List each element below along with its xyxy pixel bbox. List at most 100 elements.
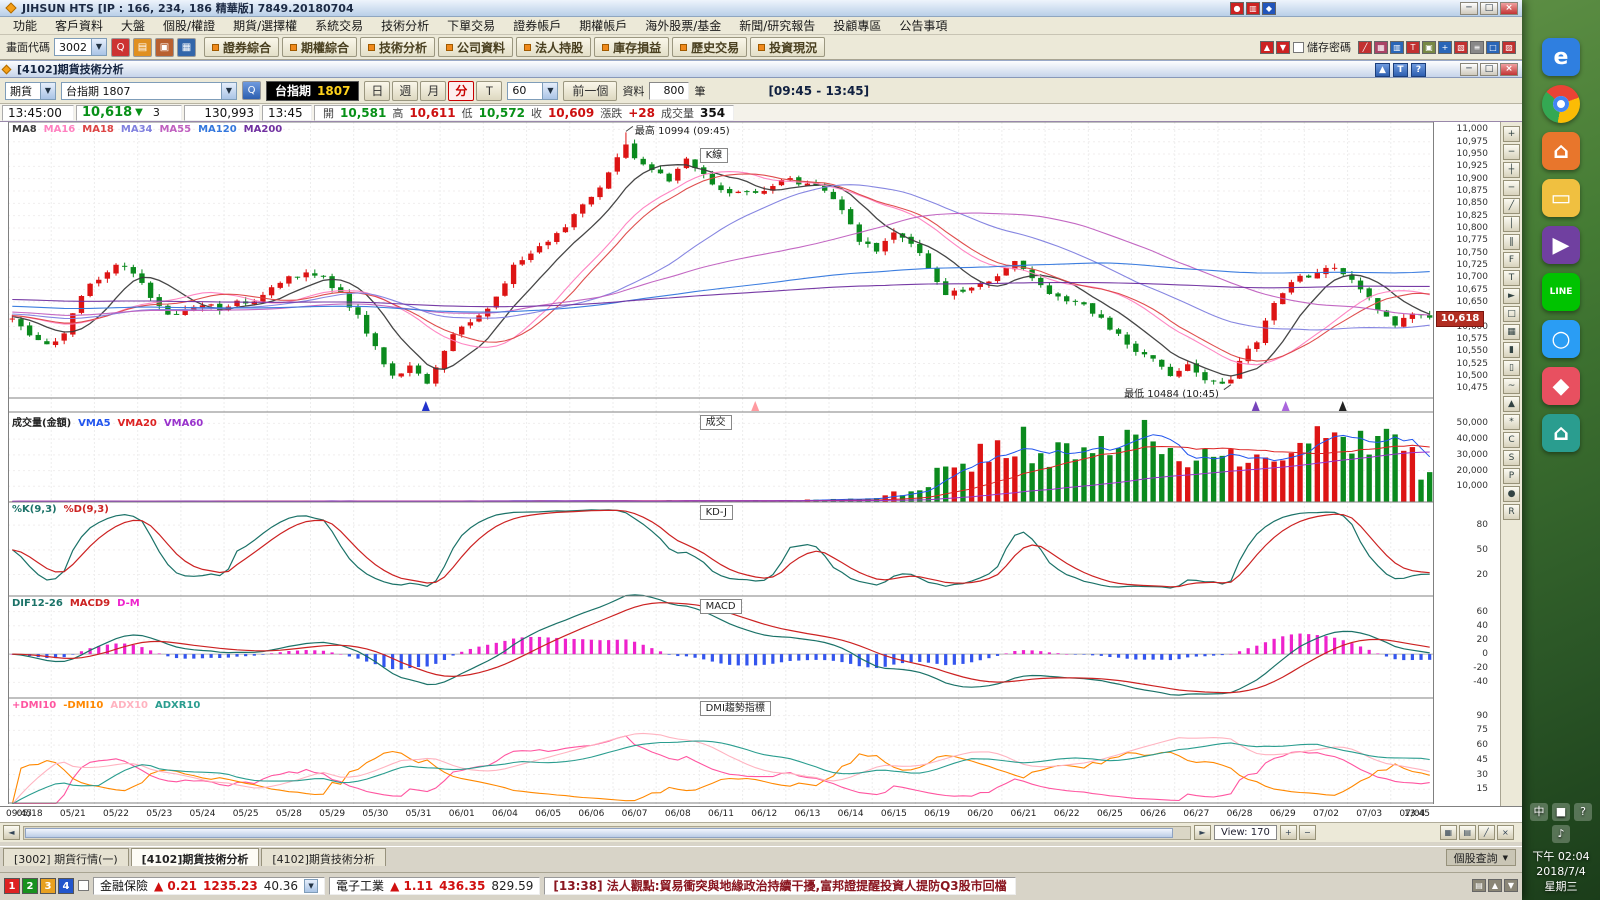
chart-restore-button[interactable]: □ (1480, 63, 1498, 76)
tray-app-icon[interactable]: ■ (1552, 803, 1570, 821)
line-style-icon[interactable]: ~ (1503, 378, 1520, 394)
chart-minimize-button[interactable]: ─ (1460, 63, 1478, 76)
text-annotation-icon[interactable]: T (1503, 270, 1520, 286)
news-ticker[interactable]: [13:38] 法人觀點:貿易衝突與地緣政治持續干擾,富邦證提醒投資人提防Q3股… (544, 876, 1016, 895)
index-quote-1[interactable]: 電子工業 ▲ 1.11 436.35 829.59 (329, 876, 541, 895)
bar-style-icon[interactable]: ▯ (1503, 360, 1520, 376)
photos-icon[interactable]: ◆ (1542, 367, 1580, 405)
measure-icon[interactable]: R (1503, 504, 1520, 520)
chevron-down-icon[interactable]: ▼ (1503, 854, 1508, 862)
menu-item-1[interactable]: 客戶資料 (46, 16, 112, 35)
pattern-icon[interactable]: ▧ (1454, 40, 1468, 54)
toolbar-button-2[interactable]: 技術分析 (360, 37, 436, 57)
snapshot-icon[interactable]: ● (1503, 486, 1520, 502)
link-icon[interactable]: ◆ (1262, 2, 1276, 15)
line-app-icon[interactable]: LINE (1542, 273, 1580, 311)
zoom-in-icon[interactable]: + (1503, 126, 1520, 142)
order-up-icon[interactable]: ▲ (1260, 40, 1274, 54)
scrollbar-thumb[interactable] (25, 827, 1173, 838)
plus-icon[interactable]: + (1438, 40, 1452, 54)
taskbar-clock[interactable]: 下午 02:04 2018/7/4 星期三 (1522, 849, 1600, 894)
zoom-out-button[interactable]: − (1298, 825, 1316, 840)
app-minimize-button[interactable]: ─ (1460, 2, 1478, 15)
help-button[interactable]: ? (1411, 63, 1426, 77)
note-button[interactable]: ▤ (1458, 825, 1476, 840)
alert-icon[interactable]: ● (1230, 2, 1244, 15)
text-mode-button[interactable]: T (1393, 63, 1408, 77)
menu-item-7[interactable]: 下單交易 (438, 16, 504, 35)
menu-item-5[interactable]: 系統交易 (306, 16, 372, 35)
chrome-browser-icon[interactable] (1542, 85, 1580, 123)
horizontal-line-icon[interactable]: ─ (1503, 180, 1520, 196)
chart-close-button[interactable]: × (1500, 63, 1518, 76)
arrow-tool-icon[interactable]: ► (1503, 288, 1520, 304)
data-count-input[interactable]: 800 (649, 81, 690, 100)
toolbar-button-7[interactable]: 投資現況 (750, 37, 826, 57)
scroll-left-button[interactable]: ◄ (3, 825, 20, 840)
cloud-drive-icon[interactable]: ○ (1542, 320, 1580, 358)
stock-query-panel[interactable]: 個股查詢 ▼ (1445, 849, 1516, 866)
ticker-checkbox[interactable] (78, 880, 89, 891)
market-select[interactable]: 期貨 ▼ (5, 81, 56, 100)
grid-icon[interactable]: ▦ (177, 37, 196, 57)
ticker-down-icon[interactable]: ▼ (1504, 879, 1518, 892)
order-down-icon[interactable]: ▼ (1276, 40, 1290, 54)
app-titlebar[interactable]: JIHSUN HTS [IP : 166, 234, 186 精華版] 7849… (0, 0, 1522, 17)
zoom-in-button[interactable]: + (1279, 825, 1297, 840)
shade-icon[interactable]: ▨ (1502, 40, 1516, 54)
print-icon[interactable]: ▤ (133, 37, 152, 57)
app-tab-0[interactable]: [3002] 期貨行情(一) (3, 848, 129, 866)
app-tab-2[interactable]: [4102]期貨技術分析 (261, 848, 386, 866)
clear-button[interactable]: × (1496, 825, 1514, 840)
chart-panel-icon[interactable]: ▥ (1390, 40, 1404, 54)
chart-plot[interactable] (8, 122, 1434, 804)
draw-button[interactable]: ╱ (1477, 825, 1495, 840)
print-chart-icon[interactable]: P (1503, 468, 1520, 484)
mail-icon[interactable]: ▣ (155, 37, 174, 57)
home2-app-icon[interactable]: ⌂ (1542, 414, 1580, 452)
input-method-icon[interactable]: 中 (1530, 803, 1548, 821)
window-icon[interactable]: □ (1486, 40, 1500, 54)
folder-icon[interactable]: ▭ (1542, 179, 1580, 217)
candle-style-icon[interactable]: ▮ (1503, 342, 1520, 358)
toolbar-button-6[interactable]: 歷史交易 (672, 37, 748, 57)
toolbar-button-4[interactable]: 法人持股 (516, 37, 592, 57)
media-player-icon[interactable]: ▶ (1542, 226, 1580, 264)
menu-item-12[interactable]: 投顧專區 (824, 16, 890, 35)
menu-item-4[interactable]: 期貨/選擇權 (224, 16, 306, 35)
help-tray-icon[interactable]: ? (1574, 803, 1592, 821)
ticker-number-2[interactable]: 2 (22, 877, 38, 894)
toolbar-button-0[interactable]: 證券綜合 (204, 37, 280, 57)
toolbar-button-3[interactable]: 公司資料 (438, 37, 514, 57)
menu-item-2[interactable]: 大盤 (112, 16, 154, 35)
zoom-out-icon[interactable]: − (1503, 144, 1520, 160)
ticker-number-3[interactable]: 3 (40, 877, 56, 894)
volume-icon[interactable]: ♪ (1552, 825, 1570, 843)
indicator-icon[interactable]: ▲ (1503, 396, 1520, 412)
symbol-search-icon[interactable]: Q (242, 81, 261, 100)
search-icon[interactable]: Q (111, 37, 130, 57)
app-close-button[interactable]: × (1500, 2, 1518, 15)
scrollbar-track[interactable] (23, 825, 1191, 840)
layout-grid-icon[interactable]: ▦ (1374, 40, 1388, 54)
grid-toggle-button[interactable]: ▦ (1439, 825, 1457, 840)
chart-area[interactable]: MA8 MA16 MA18 MA34 MA55 MA120 MA200 成交量(金額) VMA5… (0, 122, 1522, 806)
home-app-icon[interactable]: ⌂ (1542, 132, 1580, 170)
previous-button[interactable]: 前一個 (563, 80, 618, 101)
menu-item-3[interactable]: 個股/權證 (154, 16, 224, 35)
scroll-right-button[interactable]: ► (1194, 825, 1211, 840)
app-restore-button[interactable]: □ (1480, 2, 1498, 15)
draw-line-icon[interactable]: ╱ (1358, 40, 1372, 54)
menu-item-0[interactable]: 功能 (4, 16, 46, 35)
toolbar-button-1[interactable]: 期權綜合 (282, 37, 358, 57)
index-dropdown-button[interactable]: ▼ (304, 878, 319, 893)
trend-line-icon[interactable]: ╱ (1503, 198, 1520, 214)
chevron-down-icon[interactable]: ▼ (221, 82, 236, 99)
text-tool-icon[interactable]: T (1406, 40, 1420, 54)
period-button-週[interactable]: 週 (392, 80, 419, 101)
list-icon[interactable]: ≡ (1470, 40, 1484, 54)
symbol-select[interactable]: 台指期 1807 ▼ (61, 81, 237, 100)
chart-mini-icon[interactable]: ▥ (1246, 2, 1260, 15)
ticker-up-icon[interactable]: ▲ (1488, 879, 1502, 892)
ticker-number-4[interactable]: 4 (58, 877, 74, 894)
